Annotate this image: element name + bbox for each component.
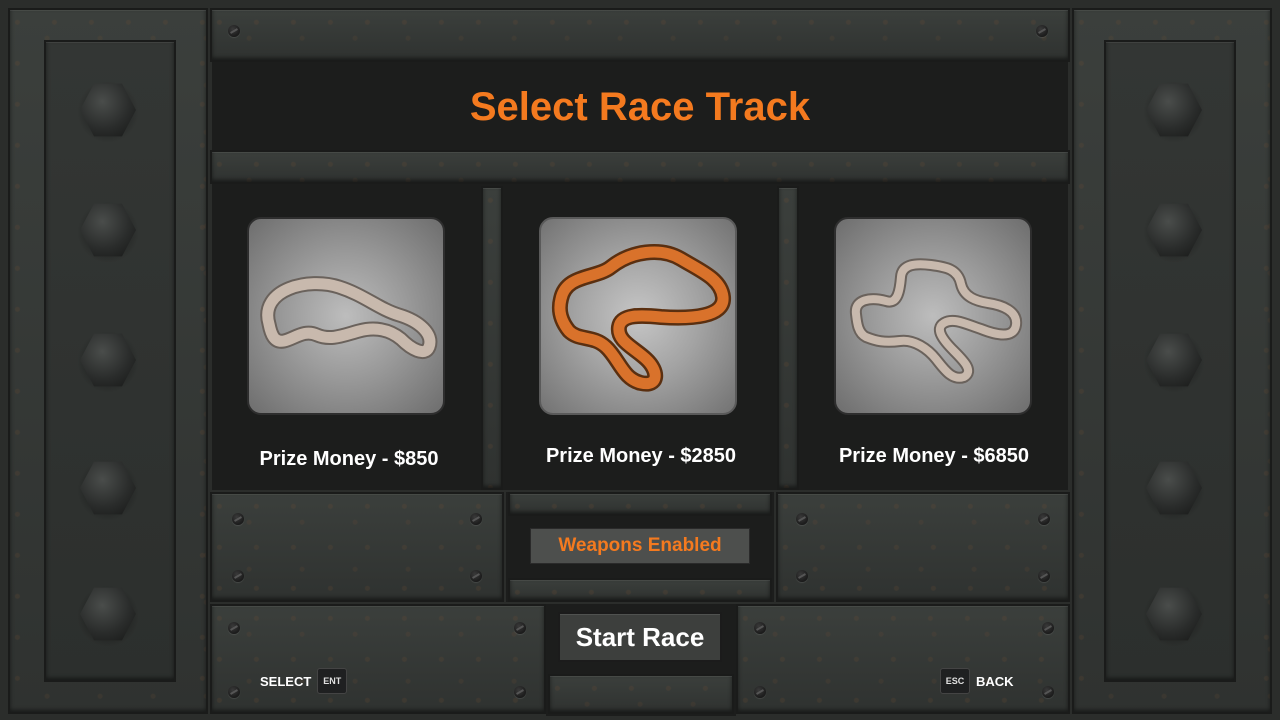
screw-icon [470, 570, 482, 582]
screw-icon [514, 622, 526, 634]
screw-icon [796, 570, 808, 582]
weapons-bottom-strip [508, 578, 772, 602]
select-label: SELECT [260, 673, 312, 689]
screw-icon [1042, 686, 1054, 698]
track-card-1[interactable] [247, 217, 445, 415]
screw-icon [228, 25, 240, 37]
mid-left-plate [210, 492, 504, 602]
bottom-right-plate [736, 604, 1070, 714]
screw-icon [514, 686, 526, 698]
screw-icon [232, 570, 244, 582]
back-hint: ESC BACK [940, 668, 1014, 694]
bottom-left-plate [210, 604, 546, 714]
screw-icon [1038, 513, 1050, 525]
escape-key-icon[interactable]: ESC [940, 668, 970, 694]
prize-label-1: Prize Money - $850 [259, 448, 439, 470]
select-hint: SELECT ENT [260, 668, 348, 694]
track-card-3[interactable] [834, 217, 1032, 415]
weapons-toggle[interactable]: Weapons Enabled [530, 528, 750, 564]
top-plate [210, 8, 1070, 62]
page-title: Select Race Track [469, 84, 811, 129]
screw-icon [1042, 622, 1054, 634]
track-1-icon [260, 276, 438, 359]
screw-icon [754, 622, 766, 634]
screw-icon [796, 513, 808, 525]
title-divider [210, 150, 1070, 184]
screw-icon [228, 622, 240, 634]
screw-icon [232, 513, 244, 525]
start-bottom-strip [548, 674, 734, 714]
track-card-2[interactable] [539, 217, 737, 415]
back-label: BACK [976, 673, 1014, 689]
enter-key-icon[interactable]: ENT [317, 668, 348, 694]
screw-icon [754, 686, 766, 698]
screw-icon [470, 513, 482, 525]
screw-icon [228, 686, 240, 698]
mid-right-plate [776, 492, 1070, 602]
track-separator [481, 186, 503, 490]
track-2-icon [551, 244, 731, 392]
track-3-icon [849, 258, 1023, 384]
start-race-button[interactable]: Start Race [558, 612, 722, 662]
prize-label-2: Prize Money - $2850 [545, 445, 737, 467]
prize-label-3: Prize Money - $6850 [838, 445, 1030, 467]
screw-icon [1038, 570, 1050, 582]
weapons-top-strip [508, 492, 772, 516]
screw-icon [1036, 25, 1048, 37]
